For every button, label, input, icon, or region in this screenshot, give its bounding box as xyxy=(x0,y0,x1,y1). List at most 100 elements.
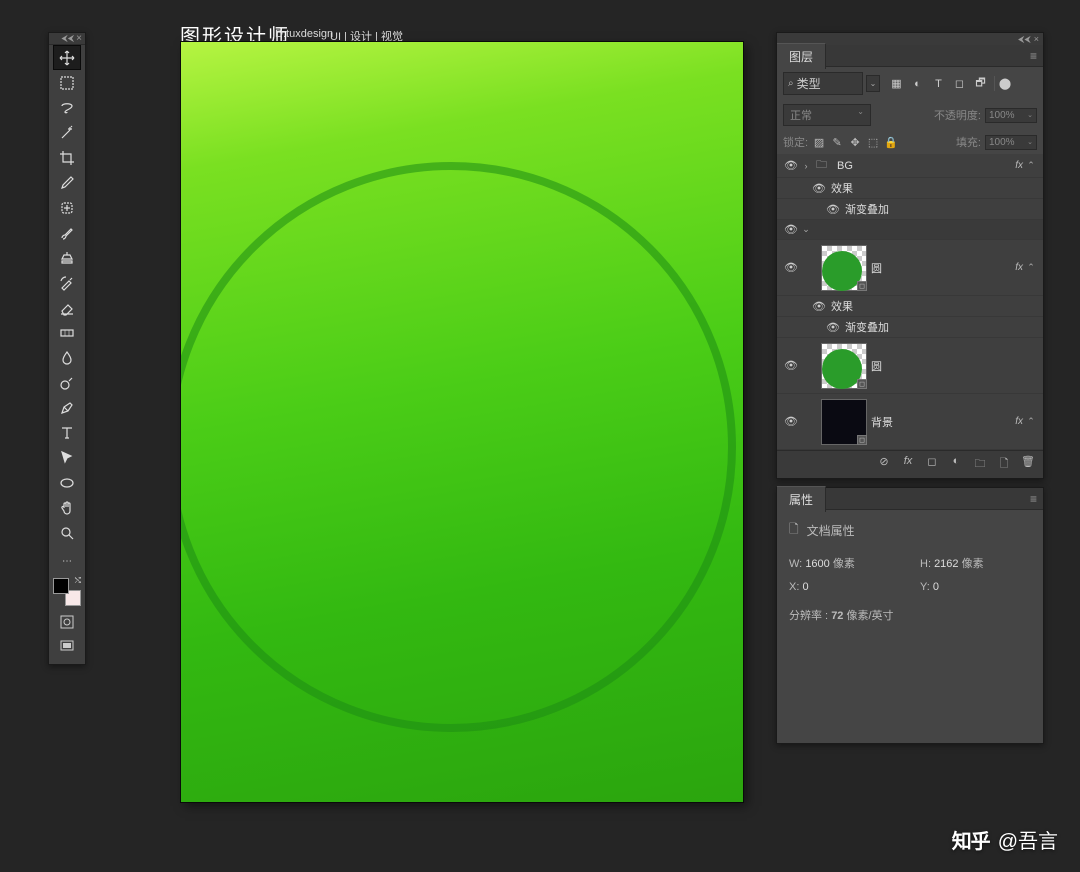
eraser-tool[interactable] xyxy=(53,295,81,320)
visibility-icon[interactable]: 👁 xyxy=(783,261,799,274)
visibility-icon[interactable]: 👁 xyxy=(811,182,827,195)
collapse-icon[interactable]: ⮜⮜ xyxy=(61,33,74,44)
properties-body: 🗋 文档属性 W: 1600 像素 H: 2162 像素 X: 0 Y: 0 分… xyxy=(777,510,1043,743)
new-layer-icon[interactable]: 🗋 xyxy=(997,455,1011,474)
layers-footer: ⊘ fx ◻ ◐ 🗀 🗋 🗑 xyxy=(777,450,1043,478)
tab-layers[interactable]: 图层 xyxy=(777,43,826,69)
lock-pixels-icon[interactable]: ✎ xyxy=(830,136,844,149)
move-tool[interactable] xyxy=(53,45,81,70)
search-icon: ⌕ xyxy=(788,78,794,89)
visibility-icon[interactable]: 👁 xyxy=(783,415,799,428)
panel-menu-icon[interactable]: ≡ xyxy=(1024,49,1043,63)
expand-icon[interactable]: › xyxy=(799,161,813,171)
delete-layer-icon[interactable]: 🗑 xyxy=(1021,455,1035,474)
ellipse-tool[interactable] xyxy=(53,470,81,495)
foreground-color-swatch[interactable] xyxy=(53,578,69,594)
fx-badge[interactable]: fx xyxy=(1015,160,1023,171)
filter-adjust-icon[interactable]: ◐ xyxy=(910,76,925,91)
filter-toggle-icon[interactable]: ⬤ xyxy=(994,76,1009,91)
link-layers-icon[interactable]: ⊘ xyxy=(877,455,891,474)
lock-artboard-icon[interactable]: ⬚ xyxy=(866,136,880,149)
fx-badge[interactable]: fx xyxy=(1015,262,1023,273)
zoom-tool[interactable] xyxy=(53,520,81,545)
tab-properties[interactable]: 属性 xyxy=(777,486,826,512)
collapse-icon[interactable]: ⮜⮜ xyxy=(1018,34,1031,45)
swap-colors-icon[interactable]: ⤭ xyxy=(75,576,81,586)
visibility-icon[interactable]: 👁 xyxy=(811,300,827,313)
layer-effects-row[interactable]: 👁 效果 xyxy=(777,178,1043,199)
visibility-icon[interactable]: 👁 xyxy=(783,359,799,372)
expand-icon[interactable]: ⌄ xyxy=(799,224,813,235)
close-icon[interactable]: × xyxy=(1034,34,1039,44)
layer-gradient-overlay[interactable]: 👁 渐变叠加 xyxy=(777,199,1043,220)
marquee-tool[interactable] xyxy=(53,70,81,95)
chevron-up-icon[interactable]: ⌃ xyxy=(1025,160,1037,171)
layer-group-bg[interactable]: 👁 › 🗀 BG fx ⌃ xyxy=(777,154,1043,178)
visibility-icon[interactable]: 👁 xyxy=(783,223,799,236)
panel-menu-icon[interactable]: ≡ xyxy=(1024,492,1043,506)
layer-effects-row[interactable]: 👁 效果 xyxy=(777,296,1043,317)
gradient-tool[interactable] xyxy=(53,320,81,345)
brush-tool[interactable] xyxy=(53,220,81,245)
lock-transparent-icon[interactable]: ▨ xyxy=(812,136,826,149)
layer-circle-1[interactable]: 👁 ◻ 圆 fx ⌃ xyxy=(777,240,1043,296)
lock-position-icon[interactable]: ✥ xyxy=(848,136,862,149)
opacity-field[interactable]: 100% ⌄ xyxy=(985,108,1037,123)
filter-pixel-icon[interactable]: ▦ xyxy=(889,76,904,91)
history-brush-tool[interactable] xyxy=(53,270,81,295)
fill-field[interactable]: 100% ⌄ xyxy=(985,135,1037,150)
y-field: Y: 0 xyxy=(920,581,1031,593)
crop-tool[interactable] xyxy=(53,145,81,170)
layer-name: BG xyxy=(833,160,1015,172)
filter-dropdown-icon[interactable]: ⌄ xyxy=(866,75,880,92)
opacity-value: 100% xyxy=(989,110,1015,121)
canvas[interactable] xyxy=(181,42,743,802)
hand-tool[interactable] xyxy=(53,495,81,520)
dodge-tool[interactable] xyxy=(53,370,81,395)
lock-all-icon[interactable]: 🔒 xyxy=(884,136,898,149)
chevron-up-icon[interactable]: ⌃ xyxy=(1025,416,1037,427)
resolution-field: 分辨率 : 72 像素/英寸 xyxy=(789,607,1031,623)
layer-thumbnail: ◻ xyxy=(821,399,867,445)
watermark: 知乎 @吾言 xyxy=(952,825,1058,854)
watermark-text: @吾言 xyxy=(998,825,1058,854)
quickmask-toggle[interactable] xyxy=(56,612,78,632)
properties-panel: 属性 ≡ 🗋 文档属性 W: 1600 像素 H: 2162 像素 X: 0 Y… xyxy=(776,487,1044,744)
layer-circle-2[interactable]: 👁 ◻ 圆 xyxy=(777,338,1043,394)
layer-selected-header[interactable]: 👁 ⌄ xyxy=(777,220,1043,240)
filter-type-icon[interactable]: T xyxy=(931,76,946,91)
screenmode-toggle[interactable] xyxy=(56,636,78,656)
type-tool[interactable] xyxy=(53,420,81,445)
fx-badge[interactable]: fx xyxy=(1015,416,1023,427)
adjustment-layer-icon[interactable]: ◐ xyxy=(949,455,963,474)
layer-gradient-overlay[interactable]: 👁 渐变叠加 xyxy=(777,317,1043,338)
filter-type-select[interactable]: ⌕ 类型 xyxy=(783,72,863,95)
blend-mode-select[interactable]: 正常 ⌄ xyxy=(783,104,871,126)
lock-row: 锁定: ▨ ✎ ✥ ⬚ 🔒 填充: 100% ⌄ xyxy=(777,130,1043,154)
spot-heal-tool[interactable] xyxy=(53,195,81,220)
magic-wand-tool[interactable] xyxy=(53,120,81,145)
visibility-icon[interactable]: 👁 xyxy=(825,203,841,216)
gradient-overlay-label: 渐变叠加 xyxy=(841,319,1037,335)
eyedropper-tool[interactable] xyxy=(53,170,81,195)
toolbox: ⮜⮜ × ⋯ ⤭ xyxy=(48,32,86,665)
pen-tool[interactable] xyxy=(53,395,81,420)
lasso-tool[interactable] xyxy=(53,95,81,120)
new-group-icon[interactable]: 🗀 xyxy=(973,455,987,474)
visibility-icon[interactable]: 👁 xyxy=(825,321,841,334)
filter-label: 类型 xyxy=(797,75,821,92)
filter-smart-icon[interactable]: 🗗 xyxy=(973,76,988,91)
layer-background[interactable]: 👁 ◻ 背景 fx ⌃ xyxy=(777,394,1043,450)
visibility-icon[interactable]: 👁 xyxy=(783,159,799,172)
layer-mask-icon[interactable]: ◻ xyxy=(925,455,939,474)
close-icon[interactable]: × xyxy=(76,33,82,44)
layer-style-icon[interactable]: fx xyxy=(901,455,915,474)
blur-tool[interactable] xyxy=(53,345,81,370)
ellipsis-icon[interactable]: ⋯ xyxy=(53,549,81,574)
color-swatches[interactable]: ⤭ xyxy=(53,578,81,606)
filter-shape-icon[interactable]: ◻ xyxy=(952,76,967,91)
layer-filter-row: ⌕ 类型 ⌄ ▦ ◐ T ◻ 🗗 ⬤ xyxy=(777,67,1043,100)
path-selection-tool[interactable] xyxy=(53,445,81,470)
chevron-up-icon[interactable]: ⌃ xyxy=(1025,262,1037,273)
clone-stamp-tool[interactable] xyxy=(53,245,81,270)
